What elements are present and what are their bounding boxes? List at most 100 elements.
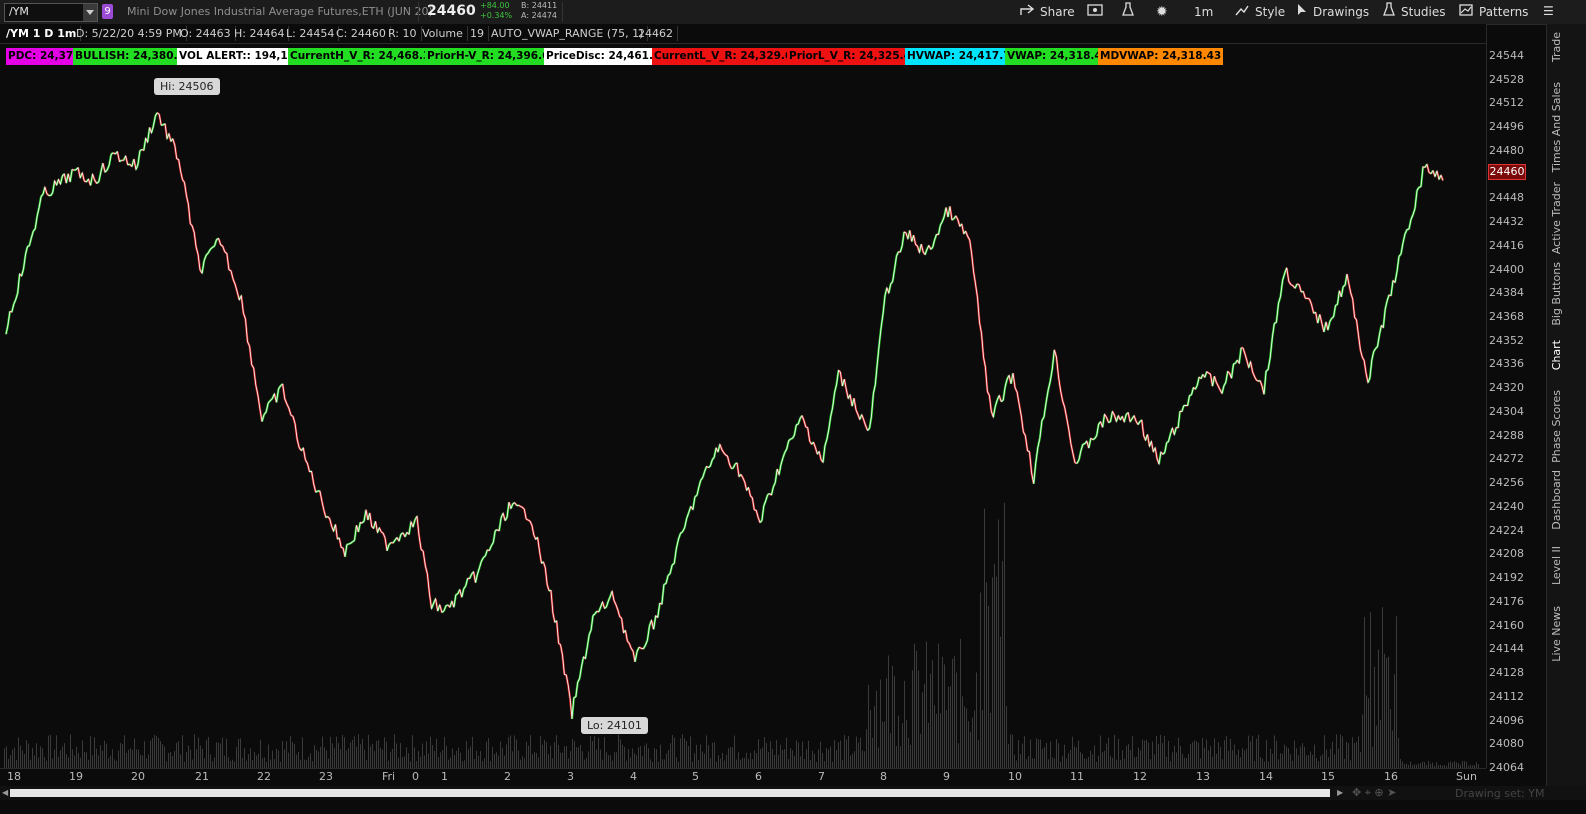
volume-bar <box>532 754 533 768</box>
volume-bar <box>402 757 403 768</box>
volume-bar <box>1066 758 1067 768</box>
volume-bar <box>836 749 837 768</box>
volume-bar <box>956 672 957 768</box>
aggregation-button[interactable]: 1m <box>1194 0 1213 24</box>
zoom-icon[interactable]: ⊕ <box>1374 786 1383 799</box>
volume-bar <box>366 759 367 768</box>
volume-bar <box>1028 756 1029 768</box>
tab-times-and-sales[interactable]: Times And Sales <box>1547 82 1586 172</box>
y-tick-label: 24304 <box>1489 404 1524 418</box>
volume-bar <box>1176 752 1177 768</box>
volume-bar <box>986 582 987 768</box>
volume-bar <box>756 753 757 768</box>
volume-bar <box>116 760 117 768</box>
share-button[interactable]: Share <box>1020 0 1075 24</box>
volume-bar <box>1004 502 1005 768</box>
volume-bar <box>1246 748 1247 768</box>
tab-level-ii[interactable]: Level II <box>1547 546 1586 585</box>
chevron-down-icon[interactable] <box>83 4 97 21</box>
scroll-left-icon[interactable]: ◀ <box>2 788 8 797</box>
price-chart-svg[interactable] <box>0 44 1486 768</box>
volume-bar <box>674 737 675 768</box>
volume-bar <box>268 744 269 768</box>
tab-trade[interactable]: Trade <box>1547 32 1586 62</box>
style-button[interactable]: Style <box>1235 0 1285 24</box>
volume-bar <box>638 747 639 768</box>
volume-bar <box>146 758 147 768</box>
volume-bar <box>798 742 799 768</box>
volume-bar <box>708 745 709 768</box>
volume-bar <box>1344 758 1345 768</box>
scroll-right-icon[interactable]: ▶ <box>1337 788 1343 797</box>
tab-chart[interactable]: Chart <box>1547 340 1586 370</box>
volume-bar <box>256 755 257 768</box>
volume-bar <box>1346 742 1347 768</box>
volume-bar <box>438 757 439 768</box>
volume-bar <box>96 748 97 768</box>
flask-button[interactable] <box>1122 0 1140 24</box>
time-axis[interactable]: 18 19 20 21 22 23 Fri 0 1 2 3 4 5 6 7 8 9 10 11 12 13 14 15 16 S… <box>0 768 1486 787</box>
volume-bar <box>252 760 253 768</box>
volume-bar <box>554 742 555 768</box>
pan-icon[interactable]: ✥ <box>1352 786 1361 799</box>
tab-dashboard[interactable]: Dashboard <box>1547 470 1586 530</box>
price-chart[interactable] <box>0 44 1486 768</box>
volume-bar <box>1330 748 1331 768</box>
volume-bar <box>1188 753 1189 768</box>
volume-bar <box>1428 761 1429 768</box>
volume-bar <box>702 751 703 768</box>
tab-live-news[interactable]: Live News <box>1547 606 1586 662</box>
volume-bar <box>588 751 589 768</box>
tab-big-buttons[interactable]: Big Buttons <box>1547 262 1586 326</box>
link-group-badge[interactable]: 9 <box>102 4 113 19</box>
volume-bar <box>764 737 765 768</box>
menu-icon[interactable]: ☰ <box>1543 4 1554 18</box>
volume-bar <box>804 759 805 768</box>
volume-bar <box>1150 759 1151 768</box>
study-label-chip: VWAP: 24,318.43 <box>1005 48 1112 65</box>
tab-active-trader[interactable]: Active Trader <box>1547 182 1586 254</box>
volume-bar <box>114 759 115 768</box>
volume-bar <box>1170 761 1171 768</box>
volume-bar <box>1386 657 1387 768</box>
tab-phase-scores[interactable]: Phase Scores <box>1547 390 1586 463</box>
volume-bar <box>192 759 193 768</box>
volume-bar <box>304 759 305 768</box>
volume-bar <box>1272 753 1273 768</box>
symbol-text[interactable]: /YM <box>9 5 29 18</box>
volume-bar <box>596 749 597 768</box>
divider <box>418 2 419 22</box>
volume-bar <box>414 747 415 768</box>
volume-bar <box>584 759 585 768</box>
volume-bar <box>1394 674 1395 768</box>
scroll-thumb[interactable] <box>10 789 1330 797</box>
studies-button[interactable]: Studies <box>1383 0 1446 24</box>
volume-bar <box>106 743 107 768</box>
volume-bar <box>408 753 409 768</box>
volume-bar <box>942 656 943 768</box>
volume-bar <box>746 752 747 768</box>
volume-bar <box>734 735 735 768</box>
volume-bar <box>1050 741 1051 768</box>
volume-bar <box>14 747 15 768</box>
volume-bar <box>322 736 323 768</box>
settings-button[interactable]: ✹ <box>1156 0 1174 24</box>
volume-bar <box>846 739 847 768</box>
drawings-button[interactable]: Drawings <box>1297 0 1369 24</box>
volume-bar <box>782 749 783 768</box>
volume-bar <box>724 760 725 768</box>
monitor-button[interactable] <box>1087 0 1109 24</box>
horizontal-scrollbar[interactable]: ◀ ▶ <box>0 786 1586 800</box>
volume-bar <box>112 749 113 768</box>
volume-bar <box>714 742 715 768</box>
volume-bar <box>492 746 493 768</box>
price-axis[interactable]: 2454424528245122449624480244642444824432… <box>1486 24 1547 774</box>
volume-bar <box>594 736 595 768</box>
pointer-icon[interactable]: ➤ <box>1387 786 1396 799</box>
crosshair-icon[interactable]: ⌖ <box>1365 786 1371 799</box>
volume-bar <box>1056 739 1057 768</box>
volume-bar <box>726 754 727 768</box>
patterns-button[interactable]: Patterns <box>1459 0 1528 24</box>
volume-bar <box>110 755 111 768</box>
symbol-selector[interactable]: /YM <box>4 3 98 22</box>
